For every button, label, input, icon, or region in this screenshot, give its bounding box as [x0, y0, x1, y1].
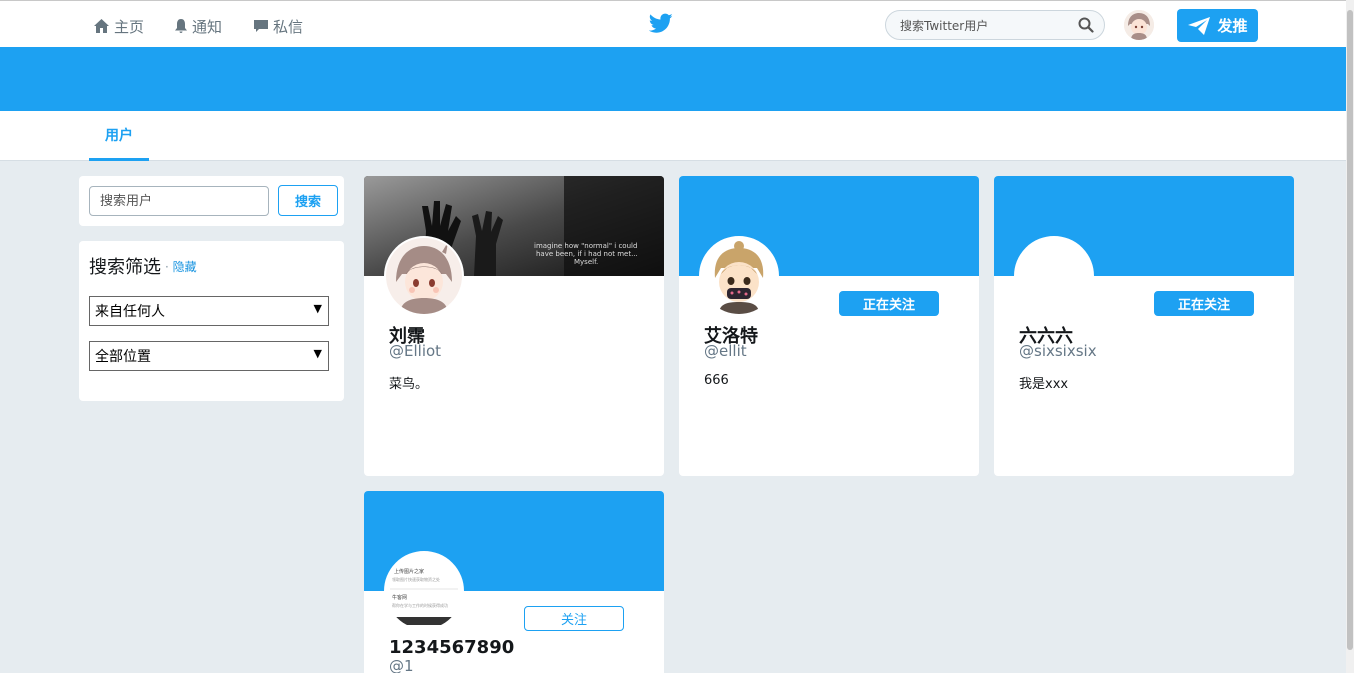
following-button[interactable]: 正在关注	[1154, 291, 1254, 316]
search-filter-panel: 搜索筛选 · 隐藏 来自任何人 ▼ 全部位置 ▼	[79, 241, 344, 401]
global-search-input[interactable]	[900, 16, 1070, 36]
avatar-text-line4: 帮你在学与工作的时候获得成功	[392, 602, 448, 608]
twitter-logo-icon[interactable]	[648, 13, 673, 38]
follow-button[interactable]: 关注	[524, 606, 624, 631]
card-user-handle[interactable]: @Elliot	[389, 342, 441, 360]
people-filter-value: 来自任何人	[95, 304, 165, 320]
avatar-text-line1: 上传图片之家	[394, 568, 424, 575]
filter-hide-link[interactable]: · 隐藏	[165, 258, 197, 275]
card-user-bio: 我是xxx	[1019, 377, 1069, 392]
tweet-button-label: 发推	[1217, 17, 1248, 35]
card-user-handle[interactable]: @sixsixsix	[1019, 342, 1097, 360]
scrollbar-thumb[interactable]	[1347, 10, 1353, 650]
user-card[interactable]: 正在关注 六六六 @sixsixsix 我是xxx	[994, 176, 1294, 476]
global-search-box	[885, 10, 1105, 40]
nav-messages[interactable]: 私信	[253, 15, 303, 37]
message-icon	[254, 20, 268, 32]
card-user-bio: 666	[704, 373, 729, 388]
user-search-panel: 搜索	[79, 176, 344, 226]
card-avatar[interactable]	[699, 236, 779, 316]
filter-hide-label: 隐藏	[172, 260, 197, 274]
location-filter-select[interactable]: 全部位置 ▼	[89, 341, 329, 371]
nav-home-label: 主页	[114, 17, 145, 36]
avatar-text-line2: 领取图片快速获取物资之处	[392, 576, 440, 582]
people-filter-select[interactable]: 来自任何人 ▼	[89, 296, 329, 326]
user-search-input[interactable]	[89, 186, 269, 216]
home-icon	[94, 19, 109, 33]
filter-separator: ·	[165, 260, 169, 274]
user-search-button[interactable]: 搜索	[278, 185, 338, 216]
tab-bar: 用户	[0, 111, 1346, 161]
avatar-text-line3: 牛客网	[392, 594, 407, 601]
user-card[interactable]: imagine how "normal" i could have been, …	[364, 176, 664, 476]
profile-banner	[0, 47, 1346, 111]
nav-notifications-label: 通知	[192, 17, 223, 36]
nav-messages-label: 私信	[273, 17, 304, 36]
user-card[interactable]: 上传图片之家 领取图片快速获取物资之处 牛客网 帮你在学与工作的时候获得成功 关…	[364, 491, 664, 673]
card-avatar[interactable]	[1014, 236, 1094, 316]
tweet-button[interactable]: 发推	[1177, 9, 1258, 42]
card-user-name[interactable]: 1234567890	[389, 637, 514, 658]
bell-icon	[175, 19, 187, 33]
card-user-bio: 菜鸟。	[389, 377, 429, 392]
page-scrollbar[interactable]	[1346, 0, 1354, 673]
dropdown-arrow-icon: ▼	[313, 302, 322, 315]
following-button[interactable]: 正在关注	[839, 291, 939, 316]
user-avatar[interactable]	[1124, 10, 1154, 40]
nav-home[interactable]: 主页	[93, 15, 144, 37]
cover-quote-line3: Myself.	[574, 258, 598, 266]
nav-notifications[interactable]: 通知	[174, 15, 222, 37]
filter-title: 搜索筛选	[89, 257, 161, 278]
user-card[interactable]: 正在关注 艾洛特 @ellit 666	[679, 176, 979, 476]
send-icon	[1188, 16, 1211, 35]
cover-quote-line1: imagine how "normal" i could	[534, 242, 637, 250]
dropdown-arrow-icon: ▼	[313, 347, 322, 360]
card-user-handle[interactable]: @1	[389, 657, 414, 673]
location-filter-value: 全部位置	[95, 349, 151, 365]
card-avatar[interactable]	[384, 236, 464, 316]
card-avatar[interactable]: 上传图片之家 领取图片快速获取物资之处 牛客网 帮你在学与工作的时候获得成功	[384, 551, 464, 631]
top-navigation-bar: 主页 通知 私信 搜索Twitter用户 发推	[0, 0, 1346, 47]
card-user-handle[interactable]: @ellit	[704, 342, 747, 360]
search-icon[interactable]	[1078, 17, 1094, 37]
tab-users[interactable]: 用户	[89, 111, 149, 161]
cover-quote-line2: have been, if i had not met...	[536, 250, 638, 258]
